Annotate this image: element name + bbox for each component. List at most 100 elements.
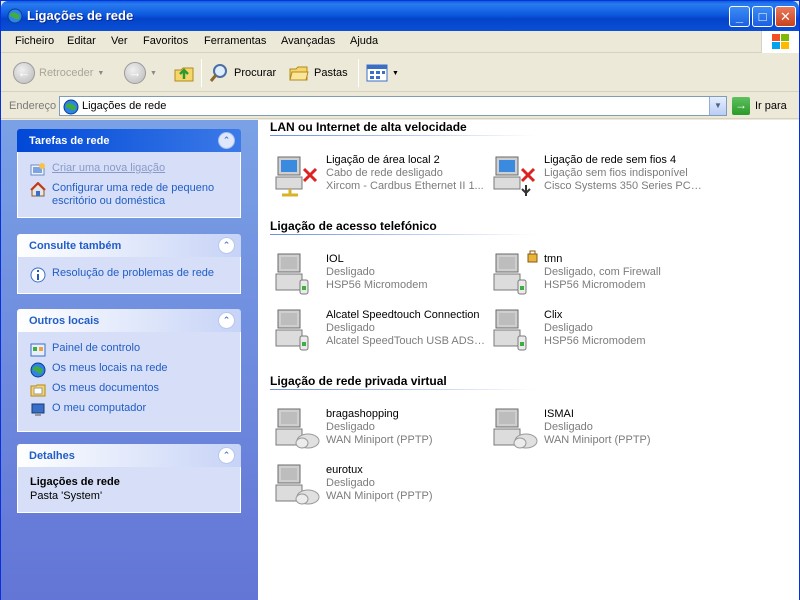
task-home-network[interactable]: Configurar uma rede de pequeno escritóri… (30, 182, 235, 208)
go-arrow-icon[interactable]: → (732, 97, 750, 115)
address-input[interactable]: Ligações de rede ▼ (59, 96, 727, 116)
search-icon (209, 64, 227, 82)
menu-ferramentas[interactable]: Ferramentas (204, 35, 266, 47)
documents-folder-icon (30, 384, 46, 397)
connection-item-alcatel[interactable]: Alcatel Speedtouch Connection Desligado … (272, 306, 488, 352)
task-troubleshoot[interactable]: Resolução de problemas de rede (30, 267, 235, 283)
connection-item-wireless[interactable]: Ligação de rede sem fios 4 Ligação sem f… (490, 151, 706, 197)
back-button[interactable]: ← Retroceder ▼ (13, 62, 104, 84)
connection-item-lan[interactable]: Ligação de área local 2 Cabo de rede des… (272, 151, 487, 197)
connection-item-clix[interactable]: Clix Desligado HSP56 Micromodem (490, 306, 705, 352)
connection-status: Ligação sem fios indisponível (544, 167, 688, 179)
connection-item-bragashopping[interactable]: bragashopping Desligado WAN Miniport (PP… (272, 405, 487, 451)
dialup-firewall-icon (493, 250, 538, 295)
forward-arrow-icon: → (124, 62, 146, 84)
connection-item-eurotux[interactable]: eurotux Desligado WAN Miniport (PPTP) (272, 461, 487, 507)
connection-name: bragashopping (326, 408, 399, 420)
connection-device: HSP56 Micromodem (544, 279, 646, 291)
connection-device: WAN Miniport (PPTP) (326, 490, 433, 502)
up-folder-button[interactable] (173, 62, 195, 84)
address-dropdown-icon[interactable]: ▼ (709, 97, 726, 115)
views-icon (366, 64, 388, 82)
back-label: Retroceder (39, 67, 94, 79)
group-title-lan: LAN ou Internet de alta velocidade (270, 120, 467, 134)
menu-avancadas[interactable]: Avançadas (281, 35, 335, 47)
menu-ficheiro[interactable]: Ficheiro (15, 35, 54, 47)
connection-item-tmn[interactable]: tmn Desligado, com Firewall HSP56 Microm… (490, 250, 705, 296)
window-title: Ligações de rede (27, 8, 134, 23)
panel-details: Ligações de rede Pasta 'System' (17, 467, 241, 513)
menu-ver[interactable]: Ver (111, 35, 128, 47)
place-control-panel[interactable]: Painel de controlo (30, 342, 235, 358)
forward-button[interactable]: → ▼ (124, 62, 157, 84)
vpn-icon (493, 408, 538, 449)
wireless-disconnected-icon (493, 156, 536, 196)
task-create-connection[interactable]: Criar uma nova ligação (30, 162, 235, 178)
panel-other-places-header[interactable]: Outros locais ⌃ (17, 309, 241, 332)
task-label: Painel de controlo (52, 342, 141, 354)
network-places-icon (30, 362, 46, 378)
connection-name: IOL (326, 253, 344, 265)
go-button[interactable]: Ir para (755, 100, 787, 112)
dialup-icon (493, 309, 527, 351)
dialup-icon (275, 309, 309, 351)
menu-ajuda[interactable]: Ajuda (350, 35, 378, 47)
connection-status: Desligado (326, 266, 375, 278)
group-divider (270, 135, 536, 136)
forward-dropdown-icon[interactable]: ▼ (150, 70, 157, 77)
group-divider (270, 389, 536, 390)
connection-device: HSP56 Micromodem (544, 335, 646, 347)
views-dropdown-icon[interactable]: ▼ (392, 70, 399, 77)
place-network-places[interactable]: Os meus locais na rede (30, 362, 235, 378)
address-bar: Endereço Ligações de rede ▼ → Ir para (1, 93, 799, 119)
connection-name: Ligação de área local 2 (326, 154, 440, 166)
panel-title: Detalhes (29, 450, 75, 462)
address-value: Ligações de rede (82, 100, 167, 112)
connection-item-ismai[interactable]: ISMAI Desligado WAN Miniport (PPTP) (490, 405, 705, 451)
collapse-chevron-icon[interactable]: ⌃ (218, 237, 235, 254)
lan-disconnected-icon (275, 156, 318, 197)
title-bar[interactable]: Ligações de rede _ □ ✕ (1, 1, 799, 31)
maximize-button[interactable]: □ (752, 6, 773, 27)
task-label: Os meus documentos (52, 382, 159, 394)
panel-other-places: Painel de controlo Os meus locais na red… (17, 332, 241, 432)
panel-network-tasks-header[interactable]: Tarefas de rede ⌃ (17, 129, 241, 152)
network-connections-window: Ligações de rede _ □ ✕ Ficheiro Editar V… (0, 0, 800, 600)
back-dropdown-icon[interactable]: ▼ (97, 70, 104, 77)
group-title-dialup: Ligação de acesso telefónico (270, 219, 437, 233)
network-globe-icon (7, 8, 23, 24)
menu-editar[interactable]: Editar (67, 35, 96, 47)
views-button[interactable]: ▼ (366, 62, 399, 84)
menu-favoritos[interactable]: Favoritos (143, 35, 188, 47)
dialup-icon (275, 253, 309, 295)
connection-device: WAN Miniport (PPTP) (544, 434, 651, 446)
panel-title: Consulte também (29, 240, 122, 252)
group-divider (270, 234, 536, 235)
folders-icon (289, 66, 309, 81)
panel-title: Outros locais (29, 315, 100, 327)
connection-status: Desligado (544, 322, 593, 334)
standard-toolbar: ← Retroceder ▼ → ▼ Procurar Pastas ▼ (1, 54, 799, 92)
search-label: Procurar (234, 67, 277, 79)
connection-status: Desligado, com Firewall (544, 266, 661, 278)
panel-details-header[interactable]: Detalhes ⌃ (17, 444, 241, 467)
collapse-chevron-icon[interactable]: ⌃ (218, 132, 235, 149)
close-button[interactable]: ✕ (775, 6, 796, 27)
minimize-button[interactable]: _ (729, 6, 750, 27)
connection-device: Alcatel SpeedTouch USB ADSL... (326, 335, 488, 347)
connection-device: Xircom - Cardbus Ethernet II 1... (326, 180, 484, 192)
connection-status: Desligado (326, 477, 375, 489)
connection-name: eurotux (326, 464, 363, 476)
search-button[interactable]: Procurar (208, 62, 276, 84)
collapse-chevron-icon[interactable]: ⌃ (218, 447, 235, 464)
folders-button[interactable]: Pastas (288, 62, 348, 84)
connection-status: Cabo de rede desligado (326, 167, 443, 179)
address-label: Endereço (9, 100, 57, 112)
panel-see-also-header[interactable]: Consulte também ⌃ (17, 234, 241, 257)
collapse-chevron-icon[interactable]: ⌃ (218, 312, 235, 329)
connection-status: Desligado (544, 421, 593, 433)
place-my-computer[interactable]: O meu computador (30, 402, 235, 418)
connection-item-iol[interactable]: IOL Desligado HSP56 Micromodem (272, 250, 487, 296)
place-my-documents[interactable]: Os meus documentos (30, 382, 235, 398)
panel-network-tasks: Criar uma nova ligação Configurar uma re… (17, 152, 241, 218)
